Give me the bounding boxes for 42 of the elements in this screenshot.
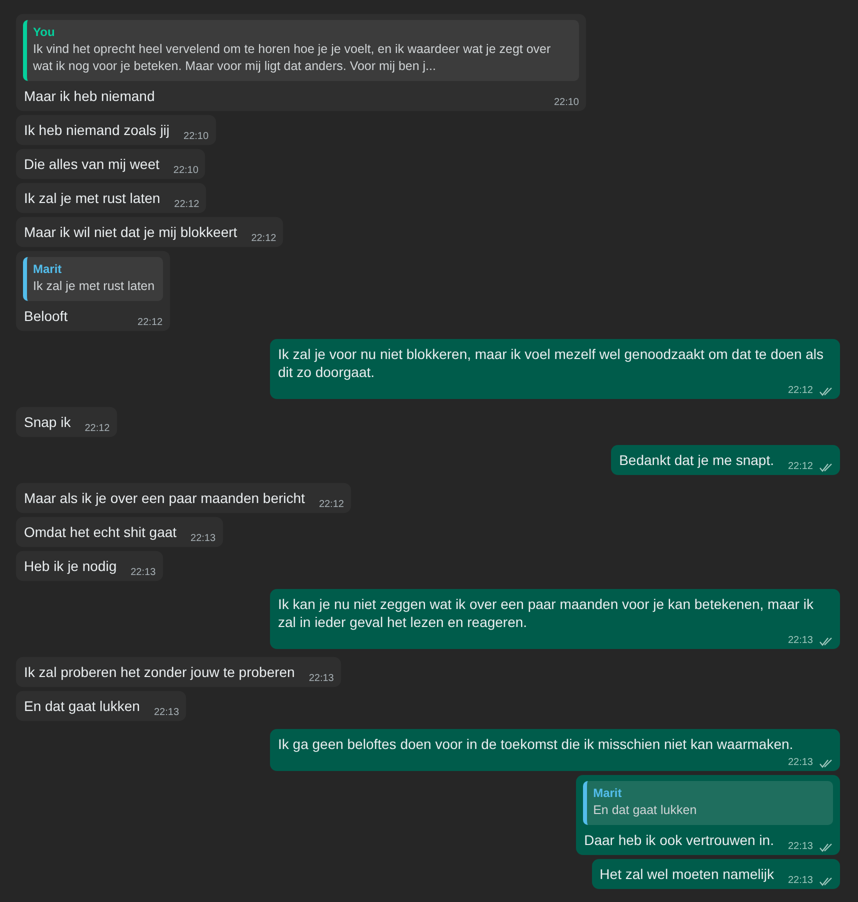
message-time: 22:13: [788, 841, 813, 853]
message-text: Ik ga geen beloftes doen voor in de toekomst die ik misschien niet kan waarmaken.: [277, 735, 794, 753]
message-text: Die alles van mij weet: [23, 155, 160, 173]
message-time: 22:10: [173, 165, 198, 177]
message-text: Het zal wel moeten namelijk: [598, 865, 774, 883]
message-time: 22:12: [788, 461, 813, 473]
quote-text: Ik zal je met rust laten: [33, 278, 155, 295]
message-text: Maar als ik je over een paar maanden bericht: [23, 489, 305, 507]
message-time: 22:13: [130, 567, 156, 579]
message-text: Omdat het echt shit gaat: [23, 523, 177, 541]
quote-author: Marit: [33, 261, 63, 278]
message-text: Heb ik je nodig: [23, 557, 117, 575]
message-text: Daar heb ik ook vertrouwen in.: [583, 831, 774, 849]
message-time: 22:12: [788, 385, 813, 397]
message-text: Maar ik wil niet dat je mij blokkeert: [23, 223, 238, 241]
message-text: Ik heb niemand zoals jij: [23, 121, 170, 139]
message-text: Snap ik: [23, 413, 71, 431]
quote-author: Marit: [593, 785, 623, 802]
message-time: 22:13: [788, 875, 813, 887]
quote-text: En dat gaat lukken: [593, 802, 698, 819]
message-time: 22:12: [138, 317, 163, 329]
message-time: 22:12: [174, 199, 200, 211]
message-text: Maar ik heb niemand: [23, 87, 155, 105]
message-text: En dat gaat lukken: [23, 697, 140, 715]
message-time: 22:12: [318, 499, 344, 511]
message-time: 22:10: [184, 131, 209, 143]
message-time: 22:12: [84, 423, 110, 435]
message-text: Ik zal je voor nu niet blokkeren, maar ik voel mezelf wel genoodzaakt om dat te doen als dit zo doorgaat.: [277, 345, 825, 381]
message-time: 22:13: [788, 757, 813, 769]
message-time: 22:13: [308, 673, 334, 685]
quote-author: You: [33, 24, 56, 41]
message-text: Ik zal je met rust laten: [23, 189, 160, 207]
message-text: Belooft: [23, 307, 68, 325]
message-text: Bedankt dat je me snapt.: [618, 451, 774, 469]
message-text: Ik kan je nu niet zeggen wat ik over een paar maanden voor je kan betekenen, maar ik zal in ieder geval het lezen en reageren.: [277, 595, 814, 631]
message-time: 22:13: [154, 707, 180, 719]
message-time: 22:13: [190, 533, 216, 545]
message-time: 22:12: [251, 233, 276, 245]
message-time: 22:10: [554, 97, 579, 109]
quote-text: Ik vind het oprecht heel vervelend om te horen hoe je je voelt, en ik waardeer wat je zegt over wat ik nog voor je beteken. Maar voor mij ligt dat anders. Voor mij ben j...: [33, 41, 552, 75]
message-text: Ik zal proberen het zonder jouw te proberen: [23, 663, 295, 681]
message-time: 22:13: [788, 635, 813, 647]
